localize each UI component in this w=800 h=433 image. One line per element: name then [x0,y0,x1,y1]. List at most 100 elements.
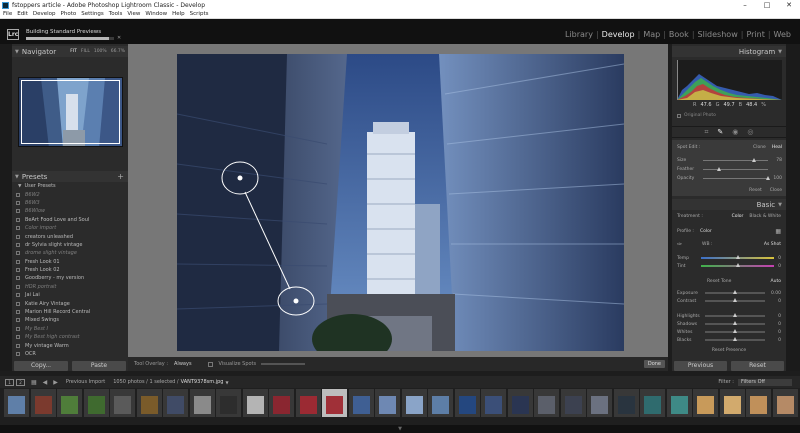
right-panel-edge[interactable] [786,44,800,371]
preset-item[interactable]: BeArt Food Love and Soul [16,216,126,224]
menu-settings[interactable]: Settings [81,11,104,17]
tone-slider-knob[interactable] [733,337,737,341]
tone-slider-knob[interactable] [733,290,737,294]
filmstrip-thumbnail[interactable] [534,389,559,417]
filmstrip-thumbnail[interactable] [454,389,480,417]
copy-button[interactable]: Copy... [14,361,68,371]
tone-slider-row[interactable]: Highlights 0 [677,312,781,320]
filmstrip-thumbnail[interactable] [401,389,427,417]
menu-develop[interactable]: Develop [33,11,56,17]
preset-item[interactable]: B6W2 [16,190,126,198]
spot-slider-track[interactable] [703,166,768,171]
filmstrip-thumbnail[interactable] [348,389,374,417]
preset-item[interactable]: B6Wlow [16,207,126,215]
tint-slider-knob[interactable] [735,263,740,267]
spot-mode-heal[interactable]: Heal [772,145,782,150]
presets-header[interactable]: ▼ Presets + [12,171,128,182]
filmstrip-thumbnail[interactable] [322,389,347,417]
preset-item[interactable]: Mixed Swings [16,316,126,324]
preset-item[interactable]: My Best I [16,325,126,333]
filmstrip-thumbnail[interactable] [772,389,798,417]
preset-item[interactable]: Jai Lai [16,291,126,299]
tone-slider-knob[interactable] [733,313,737,317]
spot-close-button[interactable]: Close [770,188,782,193]
nav-option-100[interactable]: 100% [94,49,107,54]
preset-folder[interactable]: ▼ User Presets [16,182,126,190]
temp-slider-knob[interactable] [735,255,740,259]
original-photo-checkbox[interactable] [677,113,681,118]
tone-slider-row[interactable]: Whites 0 [677,328,781,336]
tone-auto-button[interactable]: Auto [771,279,781,284]
filmstrip-thumbnail[interactable] [640,389,665,417]
forward-arrow-icon[interactable]: ▶ [53,379,58,386]
filmstrip-collapse-edge[interactable]: ▼ [0,425,800,433]
preset-item[interactable]: Color import [16,224,126,232]
tone-slider-track[interactable] [705,313,765,317]
previous-button[interactable]: Previous [674,361,727,371]
treatment-color[interactable]: Color [732,214,744,219]
tone-slider-row[interactable]: Blacks 0 [677,336,781,344]
spot-reset-button[interactable]: Reset [749,188,762,193]
tone-slider-track[interactable] [705,290,765,294]
filmstrip-thumbnail[interactable] [57,389,82,417]
preset-item[interactable]: My vintage Warm [16,341,126,349]
add-preset-icon[interactable]: + [117,172,124,181]
preset-item[interactable]: My Best high contrast [16,333,126,341]
spot-slider-knob[interactable] [717,166,722,171]
menu-photo[interactable]: Photo [61,11,77,17]
tint-slider[interactable] [701,263,775,267]
crop-tool-icon[interactable]: ⌗ [704,128,708,137]
tint-slider-row[interactable]: Tint 0 [677,262,781,270]
preset-item[interactable]: Fresh Look 02 [16,266,126,274]
close-icon[interactable]: ✕ [778,0,800,10]
secondary-window-1[interactable]: 1 [5,378,14,386]
filmstrip-thumbnail[interactable] [110,389,135,417]
filmstrip-thumbnail[interactable] [83,389,109,417]
preset-item[interactable]: Goodberry - my version [16,274,126,282]
spot-slider-track[interactable] [703,175,770,180]
visualize-spots-slider[interactable] [261,363,306,365]
preset-item[interactable]: Marion Hill Record Central [16,308,126,316]
preset-item[interactable]: creators unleashed [16,232,126,240]
masking-tool-icon[interactable]: ◎ [747,128,753,136]
reset-button[interactable]: Reset [731,361,784,371]
filmstrip-thumbnail[interactable] [693,389,718,417]
filmstrip-thumbnail[interactable] [719,389,745,417]
preset-item[interactable]: OCR [16,350,126,358]
tone-slider-track[interactable] [705,329,765,333]
preset-item[interactable]: dr Sylvia slight vintage [16,241,126,249]
spot-removal-tool-icon[interactable]: ✎ [717,128,723,136]
tone-slider-knob[interactable] [733,298,737,302]
spot-mode-clone[interactable]: Clone [753,145,766,150]
menu-help[interactable]: Help [172,11,185,17]
cancel-task-icon[interactable]: ✕ [117,35,121,41]
tone-slider-track[interactable] [705,298,765,302]
filmstrip-thumbnail[interactable] [560,389,586,417]
profile-browser-icon[interactable]: ▦ [775,228,781,235]
profile-select[interactable]: Color [700,229,712,234]
filmstrip-thumbnail[interactable] [269,389,294,417]
filmstrip-thumbnail[interactable] [295,389,321,417]
filmstrip-thumbnail[interactable] [507,389,533,417]
spot-slider-knob[interactable] [766,175,770,180]
temp-slider[interactable] [701,255,775,259]
preset-item[interactable]: Katie Airy Vintage [16,299,126,307]
menu-tools[interactable]: Tools [109,11,123,17]
main-photo[interactable] [177,54,624,351]
basic-header[interactable]: Basic ▼ [672,199,786,210]
filmstrip-thumbnail[interactable] [481,389,506,417]
filmstrip-thumbnail[interactable] [613,389,639,417]
tone-slider-knob[interactable] [733,321,737,325]
red-eye-tool-icon[interactable]: ◉ [732,128,738,136]
menu-file[interactable]: File [3,11,12,17]
filmstrip-thumbnail[interactable] [136,389,162,417]
filename-dropdown-icon[interactable]: ▼ [225,380,228,385]
preset-item[interactable]: HDR portrait [16,283,126,291]
preset-item[interactable]: Fresh Look 01 [16,258,126,266]
spot-slider-row[interactable]: Feather [677,165,782,173]
module-slideshow[interactable]: Slideshow [695,30,741,39]
filmstrip-thumbnail[interactable] [587,389,612,417]
spot-slider-row[interactable]: Opacity 100 [677,174,782,182]
tone-slider-row[interactable]: Contrast 0 [677,297,781,305]
nav-option-fit[interactable]: FIT [70,49,77,54]
